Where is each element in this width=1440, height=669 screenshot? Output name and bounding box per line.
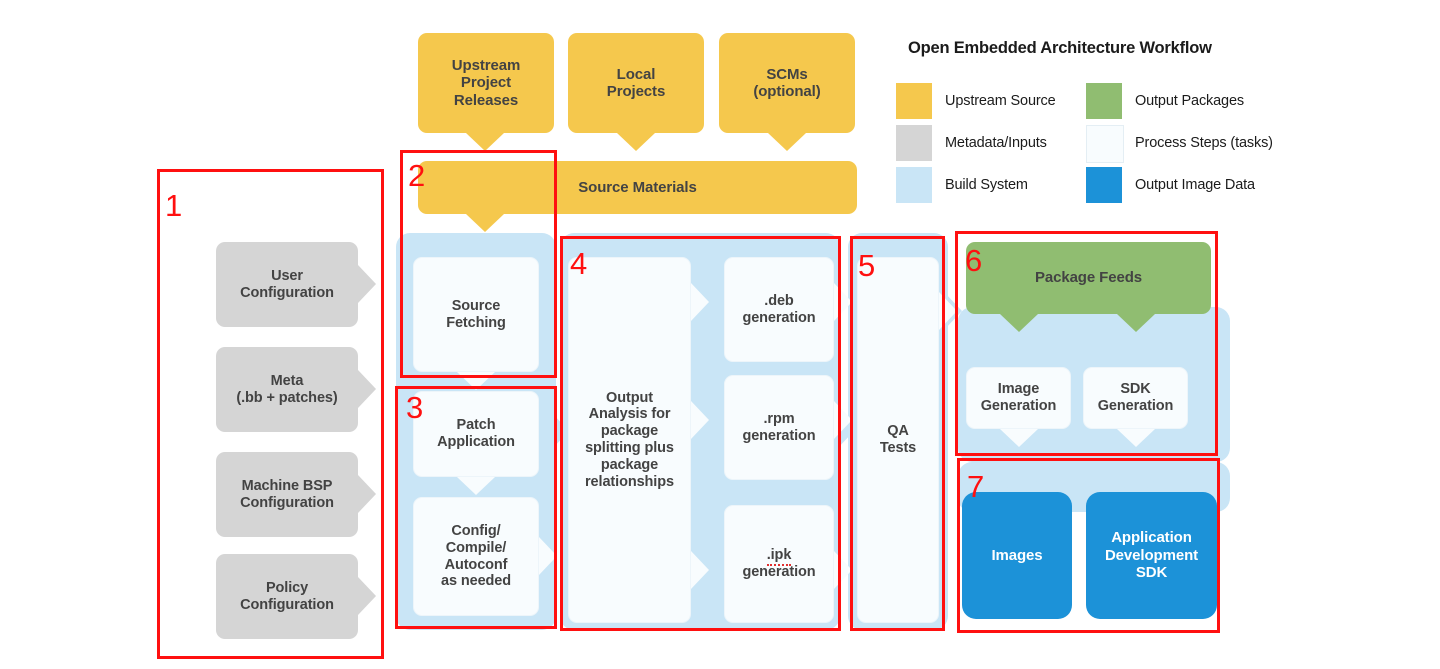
legend-title: Open Embedded Architecture Workflow xyxy=(908,39,1212,57)
node-application-development-sdk[interactable]: Application Development SDK xyxy=(1086,492,1217,619)
arrow-source-fetching-to-patch xyxy=(457,372,495,390)
arrow-source-materials-to-source-fetching xyxy=(466,214,504,232)
arrow-local-projects-to-source-materials xyxy=(617,133,655,151)
arrow-patch-to-config xyxy=(457,477,495,495)
region-7-number: 7 xyxy=(967,469,985,504)
legend-swatch-process-steps xyxy=(1086,125,1124,163)
arrow-feeds-to-image-generation xyxy=(1000,314,1038,332)
arrow-machine-bsp-configuration xyxy=(358,475,376,513)
node-label-ext: .rpm xyxy=(763,410,795,427)
node-meta-bb-patches[interactable]: Meta (.bb + patches) xyxy=(216,347,358,432)
arrow-analysis-to-deb xyxy=(691,283,709,321)
node-label: QA Tests xyxy=(879,423,917,456)
legend-swatch-metadata-inputs xyxy=(896,125,932,161)
arrow-analysis-to-ipk xyxy=(691,551,709,589)
node-scms-optional[interactable]: SCMs (optional) xyxy=(719,33,855,133)
arrow-user-configuration xyxy=(358,265,376,303)
node-label-word: generation xyxy=(742,427,816,444)
node-label: Patch Application xyxy=(437,417,515,450)
node-label: Config/Compile/Autoconf as needed xyxy=(440,522,512,590)
arrow-sdk-generation-to-sdk xyxy=(1117,429,1155,447)
legend-label-output-image-data: Output Image Data xyxy=(1135,177,1255,193)
legend-swatch-output-image-data xyxy=(1086,167,1122,203)
node-label: SCMs (optional) xyxy=(753,65,821,100)
node-label: Application Development SDK xyxy=(1104,529,1199,582)
node-label-ext: .deb xyxy=(764,292,794,309)
node-patch-application[interactable]: Patch Application xyxy=(413,391,539,477)
region-3-number: 3 xyxy=(406,390,424,425)
node-label: Meta (.bb + patches) xyxy=(236,372,338,406)
node-config-compile-autoconf[interactable]: Config/Compile/Autoconf as needed xyxy=(413,497,539,616)
arrow-ipk-to-qa xyxy=(834,551,852,589)
legend-label-build-system: Build System xyxy=(945,177,1028,193)
arrow-upstream-to-source-materials xyxy=(466,133,504,151)
architecture-workflow-diagram: Upstream Project Releases Local Projects SC… xyxy=(0,0,1440,669)
node-policy-configuration[interactable]: Policy Configuration xyxy=(216,554,358,639)
legend-label-output-packages: Output Packages xyxy=(1135,93,1244,109)
arrow-scms-to-source-materials xyxy=(768,133,806,151)
node-label-word: generation xyxy=(742,309,816,326)
legend-swatch-build-system xyxy=(896,167,932,203)
node-local-projects[interactable]: Local Projects xyxy=(568,33,704,133)
node-machine-bsp-configuration[interactable]: Machine BSP Configuration xyxy=(216,452,358,537)
node-label: Local Projects xyxy=(606,65,666,100)
node-user-configuration[interactable]: User Configuration xyxy=(216,242,358,327)
region-4-number: 4 xyxy=(570,246,588,281)
node-package-feeds[interactable]: Package Feeds xyxy=(966,242,1211,314)
node-upstream-project-releases[interactable]: Upstream Project Releases xyxy=(418,33,554,133)
node-ipk-generation[interactable]: .ipk generation xyxy=(724,505,834,623)
arrow-qa-to-package-feeds xyxy=(939,292,957,330)
arrow-meta xyxy=(358,370,376,408)
legend-label-process-steps: Process Steps (tasks) xyxy=(1135,135,1273,151)
node-source-materials[interactable]: Source Materials xyxy=(418,161,857,214)
node-label: SDK Generation xyxy=(1097,381,1174,414)
region-6-number: 6 xyxy=(965,243,983,278)
arrow-build-to-packaging xyxy=(551,412,569,450)
node-qa-tests[interactable]: QA Tests xyxy=(857,257,939,623)
arrow-config-to-output-analysis xyxy=(539,537,557,575)
arrow-deb-to-qa xyxy=(834,283,852,321)
node-output-analysis[interactable]: Output Analysis for package splitting plus p… xyxy=(568,257,691,623)
node-source-fetching[interactable]: Source Fetching xyxy=(413,257,539,372)
node-label: Machine BSP Configuration xyxy=(240,477,334,511)
node-deb-generation[interactable]: .deb generation xyxy=(724,257,834,362)
legend-swatch-output-packages xyxy=(1086,83,1122,119)
region-5-number: 5 xyxy=(858,248,876,283)
node-label: Image Generation xyxy=(980,381,1057,414)
node-label: User Configuration xyxy=(240,267,334,301)
region-2-number: 2 xyxy=(408,158,426,193)
arrow-analysis-to-rpm xyxy=(691,401,709,439)
legend-label-metadata-inputs: Metadata/Inputs xyxy=(945,135,1047,151)
node-label: Source Fetching xyxy=(446,297,506,331)
legend-swatch-upstream-source xyxy=(896,83,932,119)
node-rpm-generation[interactable]: .rpm generation xyxy=(724,375,834,480)
node-label: Package Feeds xyxy=(1034,269,1143,287)
node-image-generation[interactable]: Image Generation xyxy=(966,367,1071,429)
node-label: Images xyxy=(991,546,1043,564)
node-images[interactable]: Images xyxy=(962,492,1072,619)
arrow-image-generation-to-images xyxy=(1000,429,1038,447)
node-sdk-generation[interactable]: SDK Generation xyxy=(1083,367,1188,429)
node-label: Policy Configuration xyxy=(240,579,334,613)
arrow-rpm-to-qa xyxy=(834,401,852,439)
node-label: Upstream Project Releases xyxy=(451,56,521,109)
node-label: Output Analysis for package splitting plus p… xyxy=(585,389,674,490)
arrow-policy-configuration xyxy=(358,577,376,615)
node-label: Source Materials xyxy=(578,178,697,196)
legend-label-upstream-source: Upstream Source xyxy=(945,93,1056,109)
node-label-word: generation xyxy=(742,564,816,580)
region-1-number: 1 xyxy=(165,188,183,223)
arrow-feeds-to-sdk-generation xyxy=(1117,314,1155,332)
